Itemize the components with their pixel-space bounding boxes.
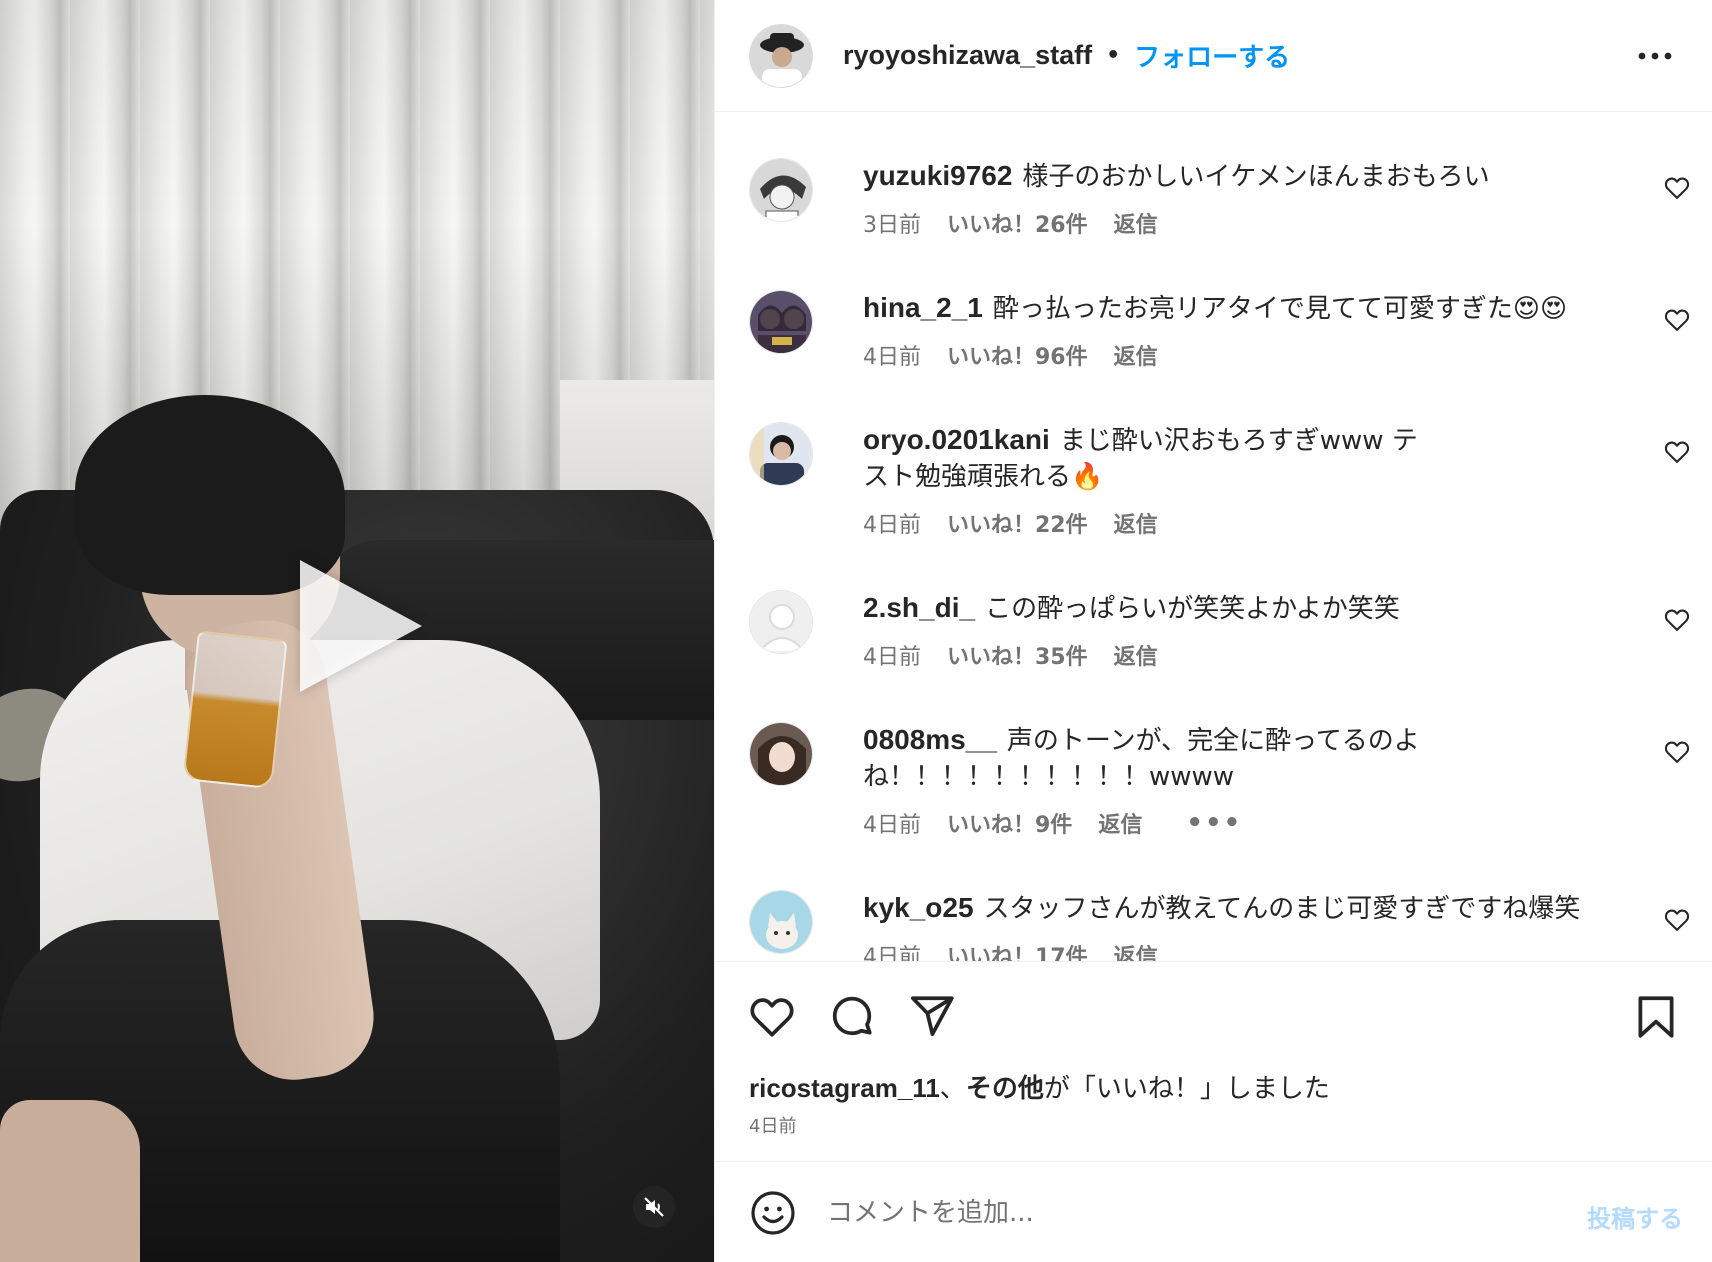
reply-button[interactable]: 返信 xyxy=(1114,939,1158,961)
video-player[interactable] xyxy=(0,0,714,1262)
likes-summary: ricostagram_11、その他が「いいね！」しました xyxy=(749,1073,1330,1104)
comment-time[interactable]: 4日前 xyxy=(863,807,921,839)
comment-likes[interactable]: いいね！22件 xyxy=(947,507,1088,539)
more-options-icon[interactable] xyxy=(1635,36,1675,76)
comment-text: 酔っ払ったお亮リアタイで見てて可愛すぎた😍😍 xyxy=(992,294,1568,324)
comment-username[interactable]: 2.sh_di_ xyxy=(863,592,975,623)
reply-button[interactable]: 返信 xyxy=(1098,807,1142,839)
heart-icon[interactable] xyxy=(747,992,797,1042)
comment-text: スタッフさんが教えてんのまじ可愛すぎですね爆笑 xyxy=(983,894,1581,924)
comment-likes[interactable]: いいね！96件 xyxy=(947,339,1088,371)
comment-username[interactable]: oryo.0201kani xyxy=(863,424,1050,455)
comment-likes[interactable]: いいね！26件 xyxy=(947,207,1088,239)
send-icon[interactable] xyxy=(907,992,957,1042)
comment-heart-icon[interactable] xyxy=(1663,438,1691,466)
comment-avatar[interactable] xyxy=(749,722,813,786)
reply-button[interactable]: 返信 xyxy=(1114,639,1158,671)
comment-time[interactable]: 4日前 xyxy=(863,507,921,539)
comment-username[interactable]: kyk_o25 xyxy=(863,892,974,923)
post-timestamp[interactable]: 4日前 xyxy=(749,1112,796,1138)
comment-likes[interactable]: いいね！35件 xyxy=(947,639,1088,671)
comment-heart-icon[interactable] xyxy=(1663,306,1691,334)
comment-avatar[interactable] xyxy=(749,590,813,654)
comment-avatar[interactable] xyxy=(749,422,813,486)
muted-speaker-icon xyxy=(644,1197,664,1217)
separator-dot: • xyxy=(1106,43,1121,68)
comment-heart-icon[interactable] xyxy=(1663,606,1691,634)
post-panel: ryoyoshizawa_staff • フォローする yuzuki9762 様… xyxy=(714,0,1712,1262)
comment-heart-icon[interactable] xyxy=(1663,738,1691,766)
add-comment-bar: 投稿する xyxy=(715,1163,1712,1262)
post-header: ryoyoshizawa_staff • フォローする xyxy=(715,0,1712,112)
comment-text: 様子のおかしいイケメンほんまおもろい xyxy=(1022,162,1490,192)
post-actions: ricostagram_11、その他が「いいね！」しました 4日前 xyxy=(715,962,1712,1162)
comments-list[interactable]: yuzuki9762 様子のおかしいイケメンほんまおもろい 3日前 いいね！26件… xyxy=(715,112,1712,962)
comment-more-icon[interactable]: ••• xyxy=(1186,810,1242,836)
comment-input[interactable] xyxy=(827,1197,1527,1228)
comment-likes[interactable]: いいね！9件 xyxy=(947,807,1072,839)
comment-time[interactable]: 4日前 xyxy=(863,939,921,961)
author-avatar[interactable] xyxy=(749,23,813,88)
comment-username[interactable]: hina_2_1 xyxy=(863,292,983,323)
follow-button[interactable]: フォローする xyxy=(1134,37,1290,74)
comment-username[interactable]: 0808ms__ xyxy=(863,724,997,755)
reply-button[interactable]: 返信 xyxy=(1114,507,1158,539)
comment-username[interactable]: yuzuki9762 xyxy=(863,160,1012,191)
post-comment-button[interactable]: 投稿する xyxy=(1587,1199,1683,1234)
comment-time[interactable]: 4日前 xyxy=(863,639,921,671)
emoji-icon[interactable] xyxy=(749,1189,797,1237)
comment-icon[interactable] xyxy=(827,992,877,1042)
comment-avatar[interactable] xyxy=(749,290,813,354)
comment-time[interactable]: 4日前 xyxy=(863,339,921,371)
comment-avatar[interactable] xyxy=(749,890,813,954)
reply-button[interactable]: 返信 xyxy=(1114,207,1158,239)
comment-likes[interactable]: いいね！17件 xyxy=(947,939,1088,961)
comment-heart-icon[interactable] xyxy=(1663,174,1691,202)
reply-button[interactable]: 返信 xyxy=(1114,339,1158,371)
mute-button[interactable] xyxy=(633,1186,675,1228)
comment-heart-icon[interactable] xyxy=(1663,906,1691,934)
bookmark-icon[interactable] xyxy=(1631,992,1681,1042)
comment-time[interactable]: 3日前 xyxy=(863,207,921,239)
drinking-glass xyxy=(182,630,288,790)
comment-text: この酔っぱらいが笑笑よかよか笑笑 xyxy=(985,594,1400,624)
author-username[interactable]: ryoyoshizawa_staff xyxy=(843,40,1092,71)
liker-username[interactable]: ricostagram_11 xyxy=(749,1073,940,1103)
comment-avatar[interactable] xyxy=(749,158,813,222)
play-icon[interactable] xyxy=(300,560,422,692)
others-link[interactable]: その他 xyxy=(966,1073,1044,1103)
